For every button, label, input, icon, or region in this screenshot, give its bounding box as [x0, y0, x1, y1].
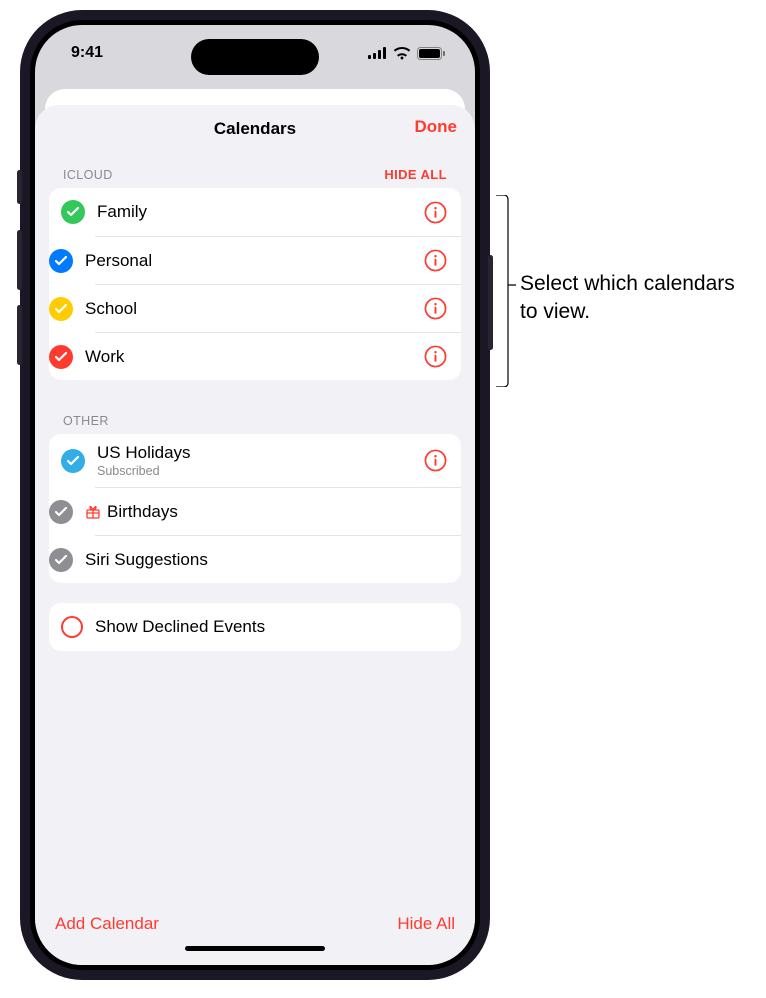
checkmark-icon: [49, 345, 73, 369]
gift-icon: [85, 504, 101, 520]
info-icon[interactable]: [423, 200, 447, 224]
silent-switch: [17, 170, 22, 204]
cellular-icon: [368, 47, 387, 59]
wifi-icon: [393, 47, 411, 60]
calendar-row-work[interactable]: Work: [95, 332, 461, 380]
hide-all-icloud-button[interactable]: Hide All: [384, 167, 447, 182]
callout-bracket: [495, 195, 517, 387]
checkmark-icon: [61, 200, 85, 224]
declined-label: Show Declined Events: [95, 617, 447, 637]
checkmark-icon: [61, 449, 85, 473]
power-button: [488, 255, 493, 350]
info-icon[interactable]: [423, 297, 447, 321]
calendar-label: School: [85, 299, 411, 319]
volume-up-button: [17, 230, 22, 290]
calendar-label: Work: [85, 347, 411, 367]
calendar-label: Siri Suggestions: [85, 550, 447, 570]
icloud-calendars-card: Family Personal: [49, 188, 461, 380]
info-icon[interactable]: [423, 449, 447, 473]
phone-frame: 9:41: [20, 10, 490, 980]
declined-events-card: Show Declined Events: [49, 603, 461, 651]
dynamic-island: [191, 39, 319, 75]
calendar-label: Birthdays: [107, 502, 178, 522]
info-icon[interactable]: [423, 345, 447, 369]
calendar-row-birthdays[interactable]: Birthdays: [95, 487, 461, 535]
add-calendar-button[interactable]: Add Calendar: [55, 914, 159, 934]
info-icon[interactable]: [423, 249, 447, 273]
sheet-title: Calendars: [214, 119, 296, 139]
calendar-row-school[interactable]: School: [95, 284, 461, 332]
calendar-label: US Holidays: [97, 443, 411, 463]
hide-all-button[interactable]: Hide All: [397, 914, 455, 934]
status-time: 9:41: [71, 44, 103, 62]
calendar-row-personal[interactable]: Personal: [95, 236, 461, 284]
checkmark-icon: [49, 297, 73, 321]
checkmark-icon: [49, 500, 73, 524]
sheet-header: Calendars Done: [35, 105, 475, 153]
section-header-icloud: iCloud: [63, 168, 113, 182]
calendar-label: Family: [97, 202, 411, 222]
calendar-row-family[interactable]: Family: [49, 188, 461, 236]
volume-down-button: [17, 305, 22, 365]
calendars-sheet: Calendars Done iCloud Hide All: [35, 105, 475, 965]
calendar-row-siri-suggestions[interactable]: Siri Suggestions: [95, 535, 461, 583]
screen: 9:41: [35, 25, 475, 965]
home-indicator: [185, 946, 325, 951]
calendar-sublabel: Subscribed: [97, 464, 411, 478]
section-header-other: Other: [63, 414, 109, 428]
unchecked-icon: [61, 616, 83, 638]
calendar-row-us-holidays[interactable]: US Holidays Subscribed: [49, 434, 461, 487]
done-button[interactable]: Done: [415, 117, 458, 137]
checkmark-icon: [49, 548, 73, 572]
bottom-toolbar: Add Calendar Hide All: [35, 902, 475, 934]
battery-icon: [417, 47, 445, 60]
callout-text: Select which calendars to view.: [520, 270, 750, 327]
checkmark-icon: [49, 249, 73, 273]
other-calendars-card: US Holidays Subscribed: [49, 434, 461, 583]
show-declined-toggle[interactable]: Show Declined Events: [49, 603, 461, 651]
calendar-label: Personal: [85, 251, 411, 271]
